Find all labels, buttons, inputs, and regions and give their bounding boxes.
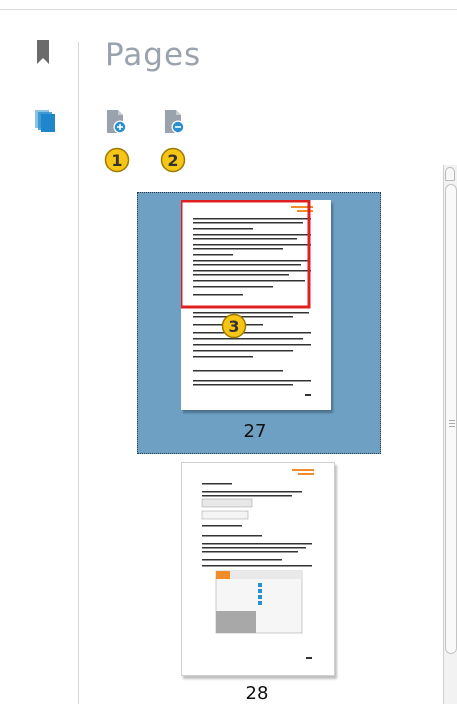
- bookmark-icon[interactable]: [37, 40, 49, 64]
- page-zoom-out-icon[interactable]: [163, 109, 189, 137]
- callout-1-label: 1: [111, 151, 123, 170]
- scrollbar-grip-icon: [449, 420, 455, 427]
- scroll-up-arrow[interactable]: [445, 167, 455, 181]
- callout-2: 2: [160, 147, 186, 173]
- page-number-label: 28: [245, 683, 269, 704]
- sidebar-divider: [78, 42, 79, 704]
- thumbnail-page-28[interactable]: [181, 462, 335, 676]
- callout-3-label: 3: [228, 317, 240, 336]
- page-27-preview: [179, 199, 331, 410]
- panel-title: Pages: [105, 37, 202, 73]
- callout-3: 3: [221, 313, 247, 339]
- pages-icon[interactable]: [34, 109, 58, 133]
- callout-1: 1: [104, 147, 130, 173]
- top-divider: [0, 9, 457, 10]
- callout-2-label: 2: [167, 151, 179, 170]
- page-zoom-in-icon[interactable]: [105, 109, 131, 137]
- page-number-label: 27: [243, 421, 267, 442]
